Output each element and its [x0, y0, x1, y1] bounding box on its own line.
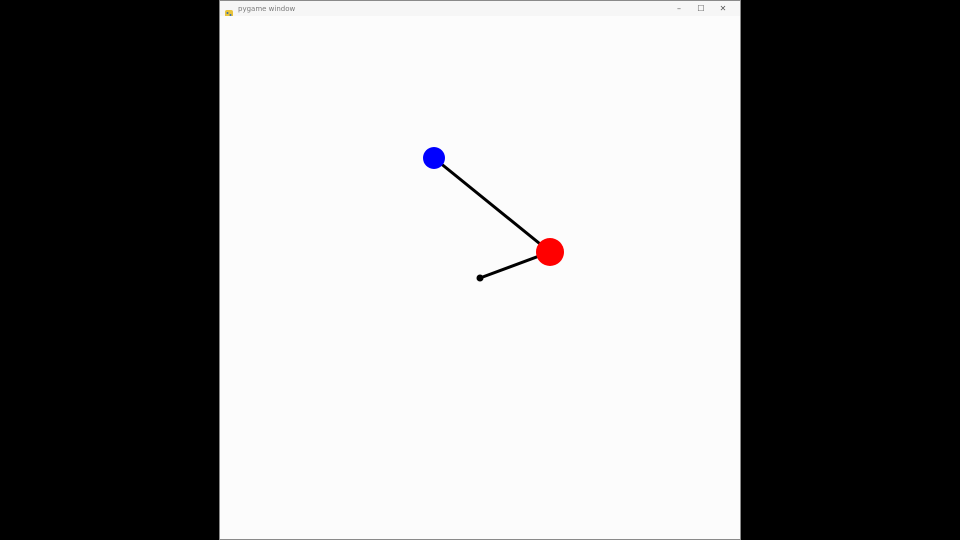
maximize-button[interactable]: ☐: [690, 1, 712, 16]
blue-pendulum-bob: [423, 147, 445, 169]
minimize-button[interactable]: –: [668, 1, 690, 16]
window-title: pygame window: [238, 4, 296, 13]
pendulum-canvas: [220, 16, 740, 539]
close-button[interactable]: ✕: [712, 1, 734, 16]
window-controls: – ☐ ✕: [668, 1, 734, 16]
red-pendulum-bob: [536, 238, 564, 266]
title-bar[interactable]: pygame window – ☐ ✕: [220, 1, 740, 18]
pygame-snake-icon: [224, 4, 234, 18]
pivot-point: [476, 274, 484, 282]
pygame-window: pygame window – ☐ ✕: [219, 0, 741, 540]
